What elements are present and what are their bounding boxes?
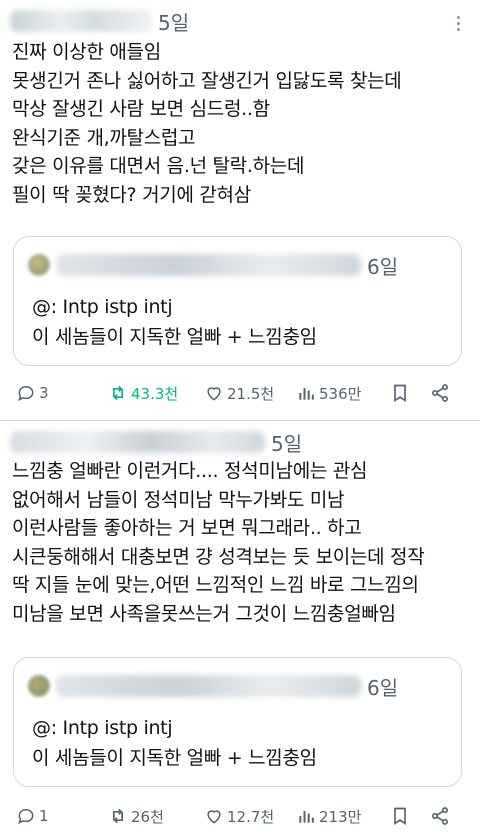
quote-author-blurred[interactable] (56, 675, 361, 697)
share-button[interactable] (430, 378, 453, 408)
quote-header: 6일 (28, 672, 428, 700)
quote-text-line: 이 세놈들이 지독한 얼빠 + 느낌충임 (32, 747, 317, 769)
bookmark-button[interactable] (390, 378, 413, 408)
like-count: 12.7천 (227, 807, 275, 826)
reply-icon (18, 385, 34, 402)
avatar[interactable] (28, 254, 50, 276)
views-icon (299, 388, 314, 400)
views-icon (299, 811, 314, 823)
quote-timestamp[interactable]: 6일 (367, 672, 398, 701)
timestamp[interactable]: 5일 (158, 7, 189, 36)
share-icon (432, 807, 448, 825)
post-text: 느낌충 얼빠란 이런거다.... 정석미남에는 관심 없어해서 남들이 정석미남… (12, 460, 425, 625)
quote-text-line: @: Intp istp intj (32, 296, 173, 318)
quote-timestamp[interactable]: 6일 (367, 251, 398, 280)
heart-icon (207, 810, 221, 824)
post-text: 진짜 이상한 애들임 못생긴거 존나 싫어하고 잘생긴거 입닳도록 찾는데 막상… (12, 41, 402, 206)
bookmark-icon (394, 384, 406, 403)
reply-count: 1 (39, 807, 49, 825)
action-bar: 1 26천 12.7천 213만 (0, 801, 480, 831)
repost-count: 26천 (131, 807, 164, 826)
post[interactable]: 5일 느낌충 얼빠란 이런거다.... 정석미남에는 관심 없어해서 남들이 정… (0, 420, 480, 836)
views-count: 213만 (319, 807, 362, 826)
like-button[interactable]: 12.7천 (204, 801, 274, 831)
action-bar: 3 43.3천 21.5천 536만 (0, 378, 480, 408)
share-button[interactable] (430, 801, 453, 831)
quote-text-line: @: Intp istp intj (32, 717, 173, 739)
quote-header: 6일 (28, 251, 428, 279)
author-name-blurred[interactable] (10, 431, 265, 453)
repost-button[interactable]: 43.3천 (108, 378, 178, 408)
avatar[interactable] (28, 675, 50, 697)
repost-button[interactable]: 26천 (108, 801, 164, 831)
share-icon (432, 384, 448, 402)
bookmark-button[interactable] (390, 801, 413, 831)
quote-text-line: 이 세놈들이 지독한 얼빠 + 느낌충임 (32, 326, 317, 348)
more-icon[interactable] (446, 8, 470, 38)
reply-icon (18, 808, 34, 825)
reply-button[interactable]: 1 (16, 801, 49, 831)
views-button[interactable]: 536만 (296, 378, 361, 408)
bookmark-icon (394, 807, 406, 826)
quoted-post[interactable]: 6일 @: Intp istp intj 이 세놈들이 지독한 얼빠 + 느낌충… (13, 657, 462, 787)
views-button[interactable]: 213만 (296, 801, 361, 831)
timestamp[interactable]: 5일 (271, 428, 302, 457)
repost-icon (113, 808, 123, 824)
post-header: 5일 (10, 427, 450, 457)
like-count: 21.5천 (227, 384, 275, 403)
quote-author-blurred[interactable] (56, 254, 361, 276)
post-header: 5일 (10, 6, 450, 36)
author-name-blurred[interactable] (10, 10, 152, 32)
reply-button[interactable]: 3 (16, 378, 49, 408)
repost-count: 43.3천 (131, 384, 179, 403)
views-count: 536만 (319, 384, 362, 403)
like-button[interactable]: 21.5천 (204, 378, 274, 408)
quoted-post[interactable]: 6일 @: Intp istp intj 이 세놈들이 지독한 얼빠 + 느낌충… (13, 236, 462, 366)
post[interactable]: 5일 진짜 이상한 애들임 못생긴거 존나 싫어하고 잘생긴거 입닳도록 찾는데… (0, 0, 480, 420)
reply-count: 3 (39, 384, 49, 402)
repost-icon (113, 385, 123, 401)
heart-icon (207, 387, 221, 401)
